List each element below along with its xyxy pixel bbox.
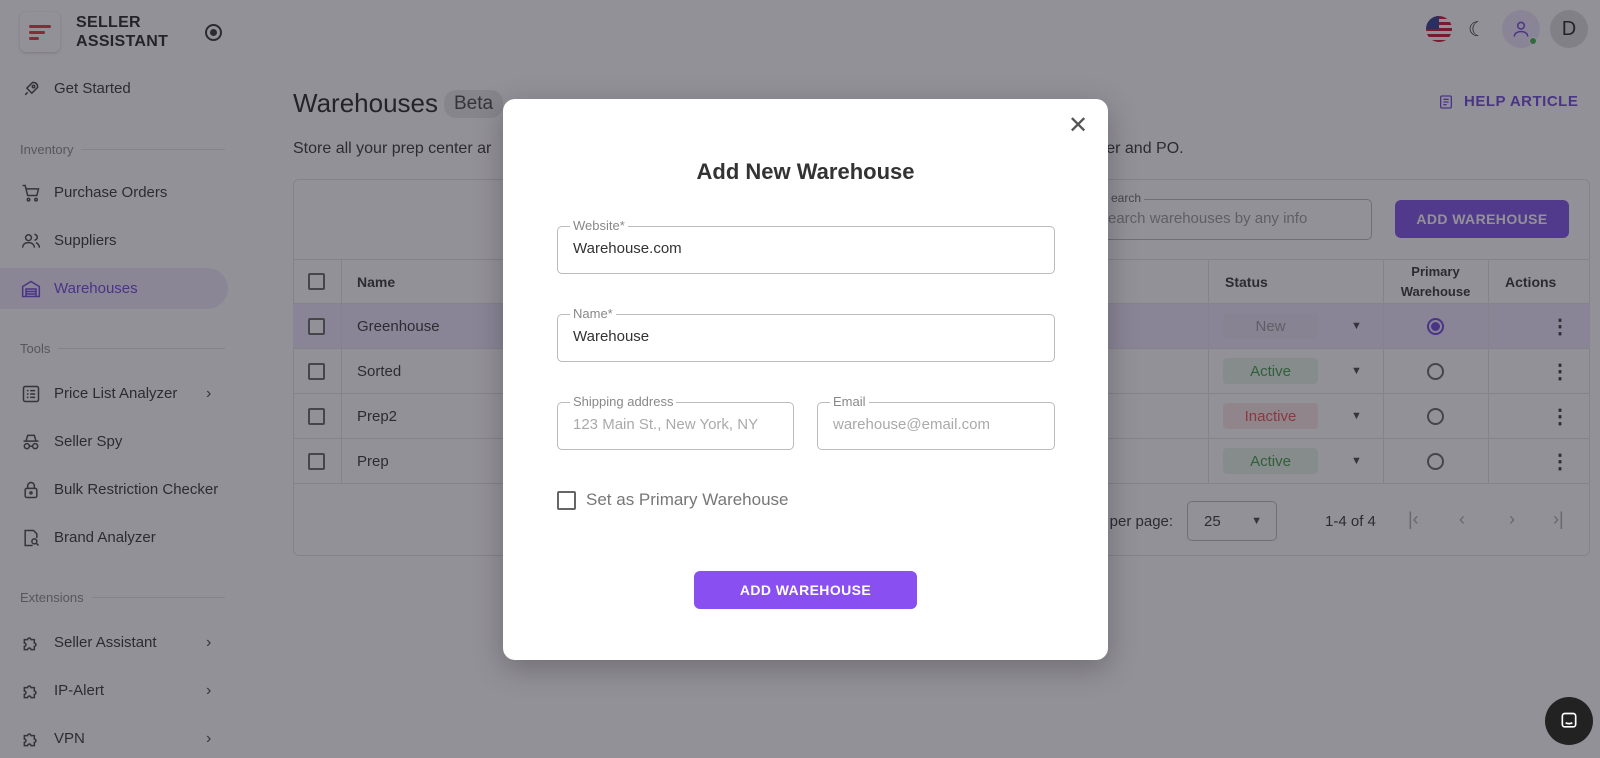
submit-add-warehouse-button[interactable]: ADD WAREHOUSE [694, 571, 917, 609]
website-field[interactable]: Website* [557, 218, 1055, 274]
chat-icon [1561, 712, 1577, 728]
checkbox-box[interactable] [557, 490, 576, 510]
website-label: Website* [570, 218, 628, 233]
dialog-title: Add New Warehouse [696, 159, 915, 184]
primary-warehouse-label: Set as Primary Warehouse [586, 490, 789, 509]
website-input[interactable] [573, 240, 1039, 257]
name-field[interactable]: Name* [557, 306, 1055, 362]
name-input[interactable] [573, 328, 1039, 345]
email-field[interactable]: Email [817, 394, 1055, 450]
chat-launcher-button[interactable] [1545, 697, 1593, 745]
email-input[interactable] [833, 416, 1039, 433]
add-warehouse-dialog: ✕ Add New Warehouse Website* Name* Shipp… [503, 99, 1108, 660]
close-icon[interactable]: ✕ [1068, 114, 1088, 138]
shipping-address-label: Shipping address [570, 394, 677, 409]
shipping-address-input[interactable] [573, 416, 778, 433]
name-label: Name* [570, 306, 616, 321]
shipping-address-field[interactable]: Shipping address [557, 394, 794, 450]
email-label: Email [830, 394, 869, 409]
primary-warehouse-checkbox[interactable]: Set as Primary Warehouse [557, 490, 789, 510]
